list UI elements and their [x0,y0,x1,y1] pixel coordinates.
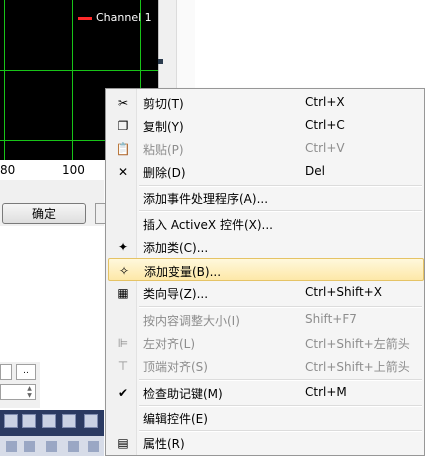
menu-item-add-variable[interactable]: ✧ 添加变量(B)... [108,258,424,281]
menu-item-cut[interactable]: ✂ 剪切(T) Ctrl+X [108,91,424,114]
toolbar-button[interactable] [62,414,76,428]
menu-item-check-mnemonics[interactable]: ✔ 检查助记键(M) Ctrl+M [108,381,424,404]
text-field[interactable] [0,364,12,380]
scissors-icon: ✂ [117,96,129,110]
toolbar [0,410,104,436]
status-strip [0,436,104,456]
menu-item-size-to-content[interactable]: 按内容调整大小(I) Shift+F7 [108,308,424,331]
menu-item-paste[interactable]: 📋 粘贴(P) Ctrl+V [108,137,424,160]
status-icon [88,441,99,452]
legend-swatch [78,17,92,20]
status-icon [46,441,57,452]
align-left-icon: ⊫ [117,336,129,350]
grid-line [0,70,158,71]
ok-button[interactable]: 确定 [2,203,86,224]
legend-label: Channel 1 [96,11,152,24]
status-icon [24,441,35,452]
toolbar-button[interactable] [22,414,36,428]
menu-item-properties[interactable]: ▤ 属性(R) [108,431,424,454]
grid-line [4,0,5,160]
copy-icon: ❐ [117,119,129,133]
add-variable-icon: ✧ [118,264,130,278]
status-icon [6,441,17,452]
menu-item-insert-activex[interactable]: 插入 ActiveX 控件(X)... [108,212,424,235]
resize-handle[interactable] [158,59,163,64]
menu-item-add-class[interactable]: ✦ 添加类(C)... [108,235,424,258]
grid-line [72,0,73,160]
x-tick-label: 100 [62,163,85,177]
menu-item-add-event-handler[interactable]: 添加事件处理程序(A)... [108,186,424,209]
check-mnemonics-icon: ✔ [117,386,129,400]
menu-item-edit-control[interactable]: 编辑控件(E) [108,406,424,429]
toolbar-button[interactable] [84,414,98,428]
small-button[interactable]: .. [16,364,36,380]
toolbar-button[interactable] [4,414,18,428]
chart-legend: Channel 1 [74,10,156,26]
x-tick-label: 80 [0,163,16,177]
add-class-icon: ✦ [117,240,129,254]
window-border [176,0,195,90]
delete-icon: ✕ [117,165,129,179]
align-top-icon: ⊤ [117,359,129,373]
spin-arrows-icon[interactable]: ▲ ▼ [24,385,35,399]
menu-item-copy[interactable]: ❐ 复制(Y) Ctrl+C [108,114,424,137]
properties-icon: ▤ [117,436,129,450]
paste-icon: 📋 [115,142,131,156]
context-menu: ✂ 剪切(T) Ctrl+X ❐ 复制(Y) Ctrl+C 📋 粘贴(P) Ct… [105,88,425,456]
menu-item-delete[interactable]: ✕ 删除(D) Del [108,160,424,183]
scrollbar-track[interactable] [158,0,177,88]
menu-item-align-top[interactable]: ⊤ 顶端对齐(S) Ctrl+Shift+上箭头 [108,354,424,377]
status-icon [68,441,79,452]
menu-item-class-wizard[interactable]: ▦ 类向导(Z)... Ctrl+Shift+X [108,281,424,304]
menu-item-align-left[interactable]: ⊫ 左对齐(L) Ctrl+Shift+左箭头 [108,331,424,354]
toolbar-button[interactable] [42,414,56,428]
class-wizard-icon: ▦ [117,286,129,300]
